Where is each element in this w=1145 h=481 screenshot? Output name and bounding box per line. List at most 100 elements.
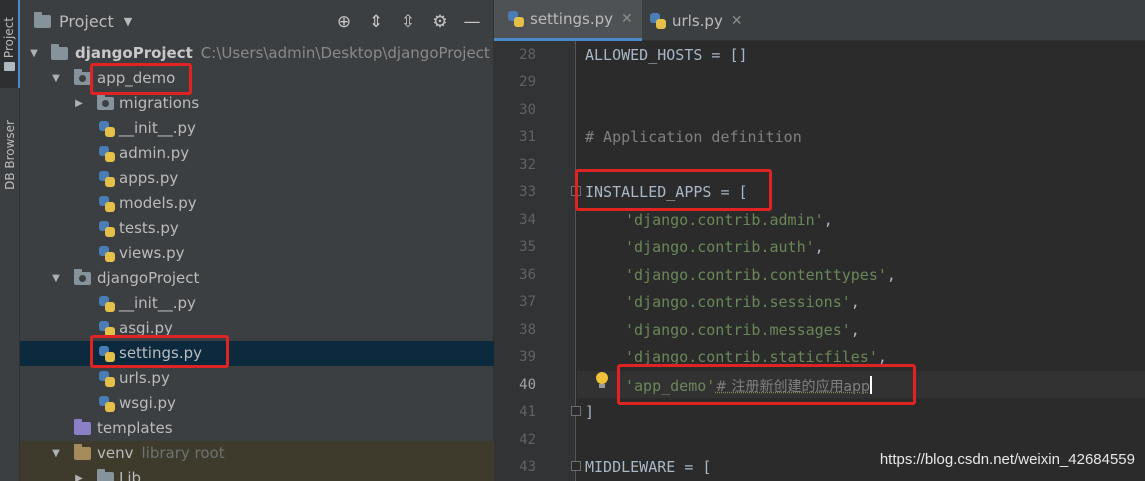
chevron-down-icon: ▼ [123, 15, 133, 28]
comma: , [814, 238, 824, 256]
project-tool-tab[interactable]: Project [0, 0, 20, 88]
string-literal: 'django.contrib.contenttypes' [625, 266, 887, 284]
project-toolbar: ⊕ ⇕ ⇳ ⚙ — [328, 12, 488, 32]
string-literal: 'django.contrib.auth' [625, 238, 815, 256]
chevron-right-icon[interactable]: ▶ [73, 466, 85, 481]
locate-icon[interactable]: ⊕ [328, 12, 360, 32]
code-line: 'django.contrib.sessions', [625, 293, 860, 311]
annotation-box-app-demo-entry [617, 364, 916, 405]
tree-item-label: admin.py [119, 144, 190, 162]
line-number-gutter: 28 29 30 31 32 33 34 35 36 37 38 39 40 4… [494, 41, 576, 481]
tree-item-file[interactable]: models.py [20, 191, 494, 216]
code-line-comment: # Application definition [585, 128, 802, 146]
tab-label: urls.py [672, 11, 723, 30]
library-folder-icon [74, 444, 91, 460]
package-folder-icon [74, 269, 91, 285]
folder-icon [3, 62, 15, 72]
tree-item-file[interactable]: tests.py [20, 216, 494, 241]
folder-icon [97, 469, 114, 481]
tree-item-file[interactable]: urls.py [20, 366, 494, 391]
tree-item-lib[interactable]: ▶ Lib [20, 466, 494, 481]
line-number: 39 [519, 349, 536, 365]
code-line: 'django.contrib.contenttypes', [625, 266, 896, 284]
comma: , [850, 293, 860, 311]
tree-item-file[interactable]: apps.py [20, 166, 494, 191]
line-number: 35 [519, 239, 536, 255]
lightbulb-icon[interactable] [595, 372, 609, 390]
tree-item-file[interactable]: views.py [20, 241, 494, 266]
line-number: 31 [519, 129, 536, 145]
string-literal: 'django.contrib.messages' [625, 321, 851, 339]
tree-item-label: __init__.py [119, 119, 196, 137]
line-number: 29 [519, 74, 536, 90]
package-folder-icon [74, 69, 91, 85]
tree-item-label: tests.py [119, 219, 179, 237]
chevron-down-icon[interactable]: ▼ [28, 41, 40, 66]
tree-item-file[interactable]: admin.py [20, 141, 494, 166]
tab-urls-py[interactable]: urls.py ✕ [642, 0, 752, 41]
line-number: 41 [519, 404, 536, 420]
tree-item-label: templates [97, 419, 173, 437]
tree-item-file[interactable]: wsgi.py [20, 391, 494, 416]
comma: , [886, 266, 896, 284]
code-line: 'django.contrib.messages', [625, 321, 860, 339]
chevron-right-icon[interactable]: ▶ [73, 91, 85, 116]
tree-item-file[interactable]: __init__.py [20, 291, 494, 316]
project-path: C:\Users\admin\Desktop\djangoProject [200, 44, 490, 62]
project-panel-header: Project ▼ ⊕ ⇕ ⇳ ⚙ — [20, 0, 494, 46]
code-line: ALLOWED_HOSTS = [] [585, 46, 748, 64]
tree-item-label: Lib [119, 469, 142, 481]
python-file-icon [99, 395, 115, 412]
templates-folder-icon [74, 419, 91, 435]
tree-item-label: djangoProject [97, 269, 200, 287]
line-number: 43 [519, 459, 536, 475]
tree-item-templates[interactable]: templates [20, 416, 494, 441]
annotation-box-app-demo [90, 63, 192, 95]
editor-area: settings.py ✕ urls.py ✕ 28 29 30 31 32 3… [494, 0, 1145, 481]
tree-item-label: apps.py [119, 169, 179, 187]
python-file-icon [650, 12, 666, 29]
tree-item-label: views.py [119, 244, 185, 262]
python-file-icon [99, 295, 115, 312]
python-file-icon [99, 195, 115, 212]
close-icon[interactable]: ✕ [621, 11, 633, 27]
python-file-icon [99, 170, 115, 187]
code-line: 'django.contrib.auth', [625, 238, 824, 256]
tree-item-label: djangoProject [75, 44, 193, 62]
chevron-down-icon[interactable]: ▼ [50, 266, 62, 291]
tree-item-label: urls.py [119, 369, 170, 387]
tree-item-venv[interactable]: ▼ venv library root [20, 441, 494, 466]
tree-item-file[interactable]: __init__.py [20, 116, 494, 141]
collapse-all-icon[interactable]: ⇳ [392, 12, 424, 32]
python-file-icon [99, 145, 115, 162]
annotation-box-settings [90, 335, 229, 368]
expand-all-icon[interactable]: ⇕ [360, 12, 392, 32]
tree-item-label: wsgi.py [119, 394, 176, 412]
project-view-selector[interactable]: Project ▼ [34, 12, 132, 31]
fold-marker-icon[interactable] [571, 461, 581, 471]
tab-label: settings.py [530, 10, 613, 28]
line-number: 33 [519, 184, 536, 200]
python-file-icon [99, 370, 115, 387]
gear-icon[interactable]: ⚙ [424, 12, 456, 32]
line-number: 34 [519, 212, 536, 228]
line-number: 37 [519, 294, 536, 310]
python-file-icon [99, 220, 115, 237]
tree-item-label: venv [97, 444, 134, 462]
chevron-down-icon[interactable]: ▼ [50, 66, 62, 91]
line-number: 28 [519, 47, 536, 63]
folder-icon [34, 12, 51, 28]
watermark-text: https://blog.csdn.net/weixin_42684559 [879, 451, 1135, 468]
code-line: ] [585, 403, 595, 421]
fold-marker-icon[interactable] [571, 406, 581, 416]
close-icon[interactable]: ✕ [731, 13, 743, 29]
annotation-box-installed-apps [575, 169, 772, 211]
minimize-icon[interactable]: — [456, 12, 488, 32]
comma: , [850, 321, 860, 339]
tab-settings-py[interactable]: settings.py ✕ [494, 0, 642, 41]
db-browser-tool-tab[interactable]: DB Browser [0, 100, 20, 210]
tree-item-label: __init__.py [119, 294, 196, 312]
tree-item-django-project-package[interactable]: ▼ djangoProject [20, 266, 494, 291]
tree-item-label: models.py [119, 194, 197, 212]
chevron-down-icon[interactable]: ▼ [50, 441, 62, 466]
